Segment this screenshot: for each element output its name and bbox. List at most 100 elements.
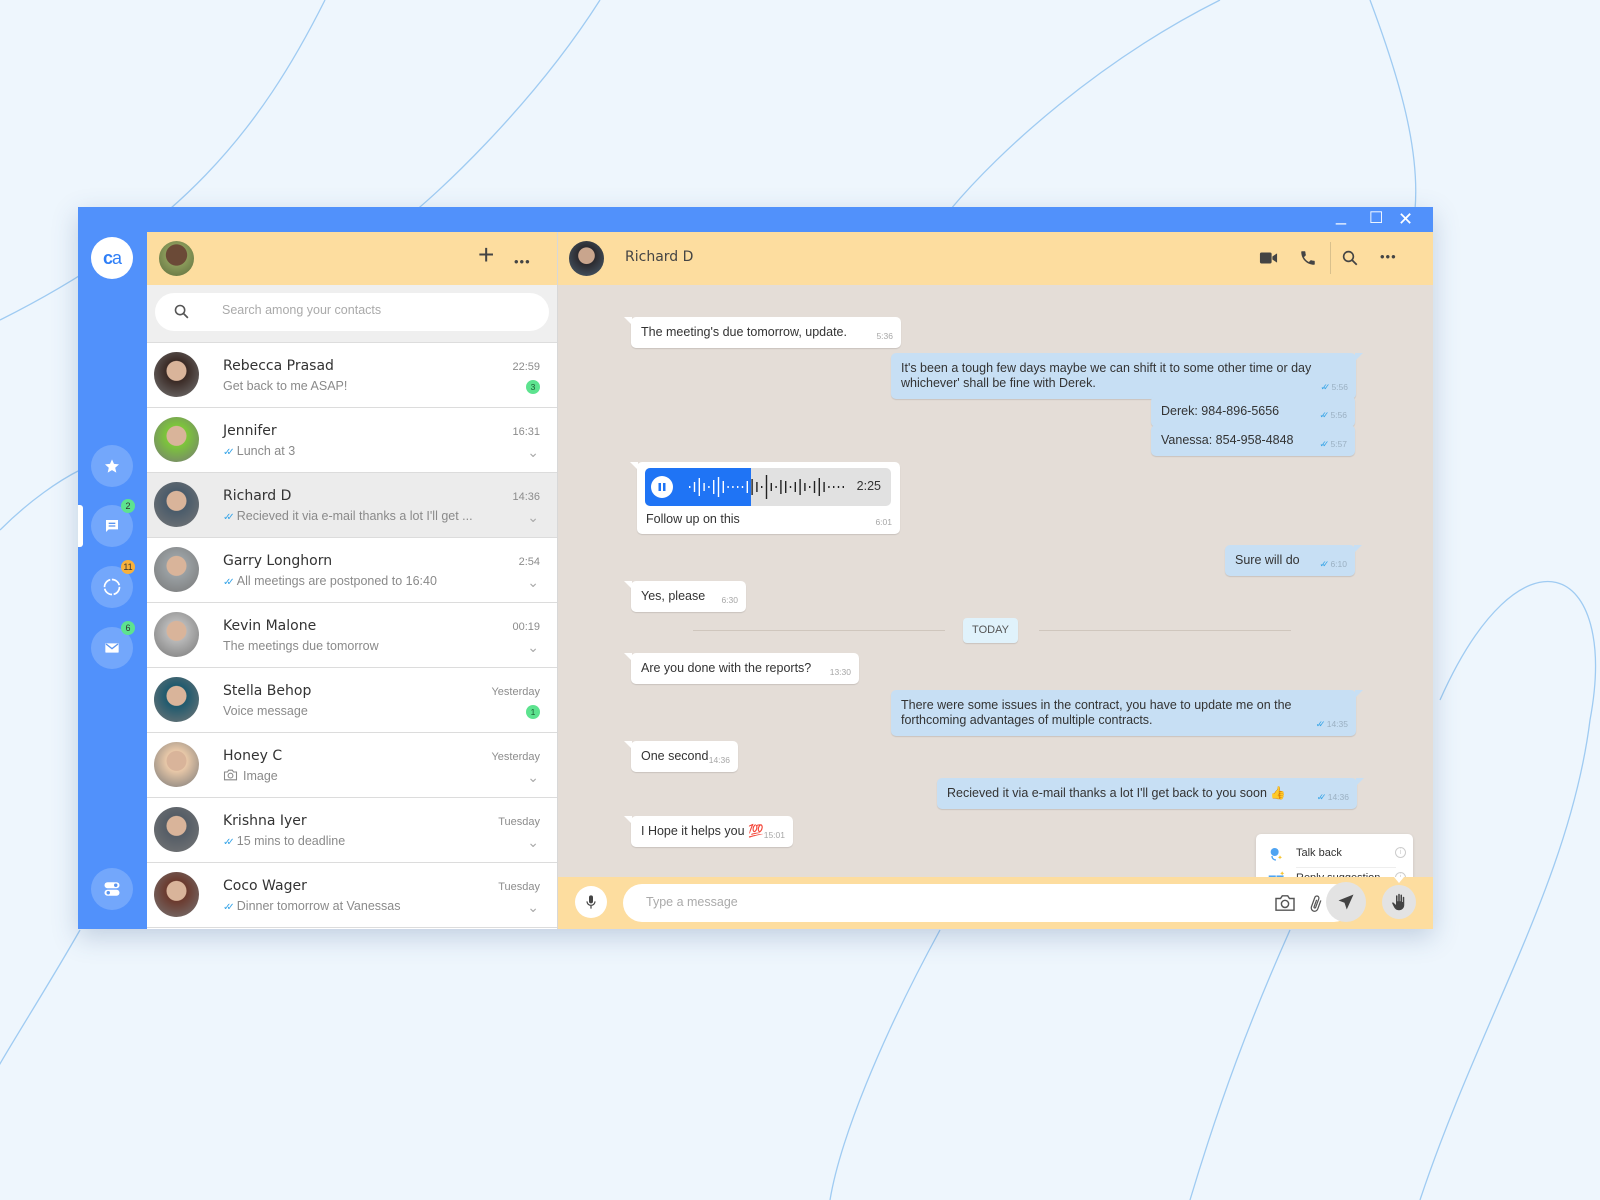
outgoing-message[interactable]: It's been a tough few days maybe we can … <box>891 353 1363 399</box>
message-time: 6:30 <box>721 593 738 608</box>
preview-text: Dinner tomorrow at Vanessas <box>236 899 401 913</box>
chat-list-item[interactable]: Krishna Iyer ✓✓ 15 mins to deadline Tuesday… <box>147 798 557 863</box>
waveform-bar <box>717 477 720 497</box>
waveform-bar <box>785 481 787 493</box>
waveform-bar <box>770 483 772 491</box>
chat-list-item[interactable]: Garry Longhorn ✓✓ All meetings are postpon… <box>147 538 557 603</box>
more-icon[interactable]: ••• <box>1380 249 1397 264</box>
camera-icon[interactable] <box>1274 894 1296 912</box>
message-text: Recieved it via e-mail thanks a lot I'll… <box>947 786 1286 800</box>
rail-favorites-button[interactable] <box>91 445 133 487</box>
chat-time: 22:59 <box>512 361 540 373</box>
chat-list-item[interactable]: Kevin Malone The meetings due tomorrow 00:… <box>147 603 557 668</box>
close-button[interactable]: ✕ <box>1398 209 1413 229</box>
read-ticks-icon: ✓✓ <box>223 512 235 523</box>
message-preview: ✓✓ Lunch at 3 <box>223 444 295 458</box>
rail-status-button[interactable]: 11 <box>91 560 135 608</box>
contact-name: Stella Behop <box>223 683 312 699</box>
read-ticks-icon: ✓✓ <box>1319 410 1329 420</box>
waveform-bar <box>842 486 844 488</box>
waveform-bar <box>780 480 782 494</box>
incoming-message[interactable]: One second 14:36 <box>624 741 738 772</box>
chevron-down-icon[interactable]: ⌄ <box>527 769 539 786</box>
preview-text: Lunch at 3 <box>236 444 296 458</box>
waveform-bar <box>804 483 806 491</box>
my-avatar[interactable] <box>159 241 194 276</box>
voice-record-button[interactable] <box>575 886 607 918</box>
contact-name[interactable]: Richard D <box>625 249 693 265</box>
chat-list-item[interactable]: Jennifer ✓✓ Lunch at 3 16:31 ⌄ <box>147 408 557 473</box>
search-icon[interactable] <box>1341 249 1359 267</box>
phone-icon[interactable] <box>1299 249 1317 267</box>
video-call-icon[interactable] <box>1259 251 1278 265</box>
waveform-bar <box>741 486 744 488</box>
chevron-down-icon[interactable]: ⌄ <box>527 899 539 916</box>
incoming-message[interactable]: Yes, please 6:30 <box>624 581 746 612</box>
outgoing-message[interactable]: Derek: 984-896-5656 ✓✓ 5:56 <box>1151 396 1355 427</box>
message-time: 14:36 <box>709 753 730 768</box>
incoming-message[interactable]: The meeting's due tomorrow, update. 5:36 <box>624 317 901 348</box>
voice-player[interactable]: 2:25 <box>645 468 891 506</box>
talk-back-option[interactable]: Talk back i <box>1266 843 1406 865</box>
message-text: Vanessa: 854-958-4848 <box>1161 433 1294 447</box>
chevron-down-icon[interactable]: ⌄ <box>527 444 539 461</box>
chevron-down-icon[interactable]: ⌄ <box>527 509 539 526</box>
preview-text: Recieved it via e-mail thanks a lot I'll… <box>236 509 473 523</box>
minimize-button[interactable]: _ <box>1336 205 1346 225</box>
chat-list-item[interactable]: Stella Behop Voice message Yesterday 1 <box>147 668 557 733</box>
chevron-down-icon[interactable]: ⌄ <box>527 834 539 851</box>
contact-avatar[interactable] <box>569 241 604 276</box>
chat-list-item[interactable]: Coco Wager ✓✓ Dinner tomorrow at Vanessas T… <box>147 863 557 928</box>
chat-list-item[interactable]: Honey C Image Yesterday ⌄ <box>147 733 557 798</box>
chat-list-item[interactable]: Rebecca Prasad Get back to me ASAP! 22:59 3 <box>147 343 557 408</box>
outgoing-message[interactable]: Recieved it via e-mail thanks a lot I'll… <box>937 778 1364 809</box>
contact-search-input[interactable] <box>222 303 522 317</box>
rail-chats-button[interactable]: 2 <box>91 499 135 547</box>
star-icon <box>105 459 119 473</box>
chat-list-panel: + ••• Rebecca Prasad Get back to me ASAP!… <box>147 232 558 929</box>
contact-avatar <box>154 482 199 527</box>
app-logo[interactable]: ca <box>91 237 133 279</box>
message-input[interactable] <box>646 895 1246 909</box>
logo-text-light: a <box>112 247 122 268</box>
pause-button[interactable] <box>651 476 673 498</box>
incoming-message[interactable]: Are you done with the reports? 13:30 <box>624 653 859 684</box>
info-icon[interactable]: i <box>1395 847 1406 858</box>
new-chat-button[interactable]: + <box>478 241 494 269</box>
contact-avatar <box>154 807 199 852</box>
attach-icon[interactable] <box>1308 894 1324 914</box>
outgoing-message[interactable]: There were some issues in the contract, … <box>891 690 1363 736</box>
incoming-message[interactable]: I Hope it helps you 💯 15:01 <box>624 816 793 847</box>
active-indicator <box>78 505 83 547</box>
message-preview: Image <box>223 769 278 783</box>
outgoing-message[interactable]: Sure will do ✓✓ 6:10 <box>1225 545 1362 576</box>
outgoing-message[interactable]: Vanessa: 854-958-4848 ✓✓ 5:57 <box>1151 425 1355 456</box>
waveform <box>689 475 844 499</box>
chat-list-item[interactable]: Richard D ✓✓ Recieved it via e-mail thanks… <box>147 473 557 538</box>
contact-avatar <box>154 547 199 592</box>
settings-toggle-button[interactable] <box>91 868 133 910</box>
voice-message-bubble[interactable]: 2:25 Follow up on this 6:01 <box>630 462 900 534</box>
message-text: Are you done with the reports? <box>641 661 812 675</box>
chevron-down-icon[interactable]: ⌄ <box>527 639 539 656</box>
rail-mail-button[interactable]: 6 <box>91 621 135 669</box>
read-ticks-icon: ✓✓ <box>1320 382 1330 392</box>
waveform-bar <box>708 486 710 488</box>
talk-back-label: Talk back <box>1296 847 1342 859</box>
maximize-button[interactable]: ☐ <box>1369 209 1383 229</box>
message-list: TODAY Talk back i Reply suggestion i The… <box>558 285 1433 900</box>
message-text: Derek: 984-896-5656 <box>1161 404 1280 418</box>
timestamp: 5:57 <box>1330 439 1347 449</box>
chat-time: 14:36 <box>512 491 540 503</box>
preview-text: Image <box>243 769 278 783</box>
hand-gesture-button[interactable] <box>1382 885 1416 919</box>
message-preview: ✓✓ Recieved it via e-mail thanks a lot I'… <box>223 509 473 523</box>
chevron-down-icon[interactable]: ⌄ <box>527 574 539 591</box>
contact-name: Richard D <box>223 488 292 504</box>
send-button[interactable] <box>1326 882 1366 922</box>
chat-time: 00:19 <box>512 621 540 633</box>
more-options-button[interactable]: ••• <box>514 250 531 274</box>
read-ticks-icon: ✓✓ <box>1316 792 1327 802</box>
mail-icon <box>105 643 119 653</box>
header-divider <box>1330 242 1331 274</box>
